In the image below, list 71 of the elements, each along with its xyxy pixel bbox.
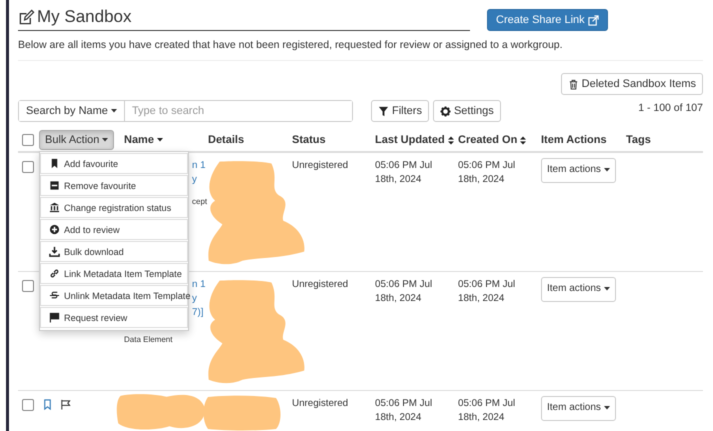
last-updated-text: 05:06 PM Jul 18th, 2024 xyxy=(374,397,434,426)
plus-circle-icon xyxy=(49,224,60,235)
search-field[interactable]: Search by Name Type to search xyxy=(18,100,353,122)
status-text: Unregistered xyxy=(291,159,350,173)
deleted-sandbox-items-button[interactable]: Deleted Sandbox Items xyxy=(560,73,703,95)
pagination-count: 1 - 100 of 107 xyxy=(638,101,703,114)
created-on-text: 05:06 PM Jul 18th, 2024 xyxy=(457,397,516,426)
last-updated-text: 05:06 PM Jul 18th, 2024 xyxy=(374,159,434,188)
menu-item[interactable]: Remove favourite xyxy=(40,175,188,196)
sort-icon[interactable] xyxy=(448,136,454,144)
item-name-link[interactable]: n 1 xyxy=(192,278,206,292)
status-text: Unregistered xyxy=(291,397,350,411)
caret-icon xyxy=(110,109,117,113)
menu-item[interactable]: Bulk download xyxy=(40,241,188,262)
bank-icon xyxy=(49,202,60,213)
item-actions-button[interactable]: Item actions xyxy=(541,277,616,302)
caret-icon xyxy=(102,138,108,142)
item-actions-button[interactable]: Item actions xyxy=(541,396,616,420)
column-header[interactable]: Name xyxy=(124,134,154,146)
item-type-text: cept xyxy=(192,197,208,208)
search-mode-dropdown[interactable]: Search by Name xyxy=(19,101,125,121)
filters-button[interactable]: Filters xyxy=(371,100,429,122)
menu-item[interactable]: Add favourite xyxy=(40,153,188,174)
status-text: Unregistered xyxy=(291,278,350,292)
create-share-link-button[interactable]: Create Share Link xyxy=(487,9,608,31)
menu-item[interactable]: Change registration status xyxy=(40,197,188,218)
created-on-text: 05:06 PM Jul 18th, 2024 xyxy=(457,159,516,188)
menu-item[interactable]: Link Metadata Item Template xyxy=(40,263,188,284)
share-icon xyxy=(588,14,599,26)
settings-icon xyxy=(440,106,451,116)
flag-icon[interactable] xyxy=(60,399,71,410)
item-type-text: Data Element xyxy=(124,334,172,345)
minus-square-icon xyxy=(49,180,60,191)
bulk-action-button[interactable]: Bulk Action xyxy=(39,130,114,150)
flag-icon xyxy=(49,312,60,323)
edit-icon xyxy=(18,8,35,26)
column-header[interactable]: Created On xyxy=(458,134,518,146)
filter-icon xyxy=(378,106,389,116)
column-header: Details xyxy=(208,134,244,146)
column-header: Tags xyxy=(626,134,651,146)
column-header[interactable]: Last Updated xyxy=(375,134,445,146)
trash-icon xyxy=(568,78,579,90)
row-checkbox[interactable] xyxy=(22,399,34,411)
item-name-link[interactable]: 7)] xyxy=(192,306,204,321)
item-name-link[interactable]: y xyxy=(192,292,197,306)
menu-item[interactable]: Request review xyxy=(40,307,188,328)
item-name-link[interactable]: n 1 xyxy=(192,159,206,174)
row-checkbox[interactable] xyxy=(22,161,34,173)
row-checkbox[interactable] xyxy=(22,280,34,292)
link-icon xyxy=(49,268,60,279)
column-header: Status xyxy=(292,134,326,146)
download-icon xyxy=(49,246,60,257)
last-updated-text: 05:06 PM Jul 18th, 2024 xyxy=(374,278,434,306)
bookmark-icon xyxy=(49,158,60,169)
sort-icon[interactable] xyxy=(520,136,526,144)
caret-icon xyxy=(604,287,610,292)
menu-item[interactable]: Add to review xyxy=(40,219,188,240)
caret-icon[interactable] xyxy=(156,138,163,142)
menu-item[interactable]: Unlink Metadata Item Template xyxy=(40,285,188,306)
created-on-text: 05:06 PM Jul 18th, 2024 xyxy=(457,278,516,306)
select-all-checkbox[interactable] xyxy=(22,134,34,146)
caret-icon xyxy=(604,168,610,172)
item-actions-button[interactable]: Item actions xyxy=(541,158,616,182)
item-name-link[interactable]: y xyxy=(192,173,197,188)
strikethrough-icon xyxy=(49,290,60,301)
column-header: Item Actions xyxy=(541,134,607,146)
caret-icon xyxy=(604,406,610,410)
bookmark-icon[interactable] xyxy=(42,399,53,410)
description-text: Below are all items you have created that have not been registered, requested for review or assigned to a workgroup. xyxy=(18,39,564,51)
page-title: My Sandbox xyxy=(37,7,132,27)
settings-button[interactable]: Settings xyxy=(432,100,501,122)
